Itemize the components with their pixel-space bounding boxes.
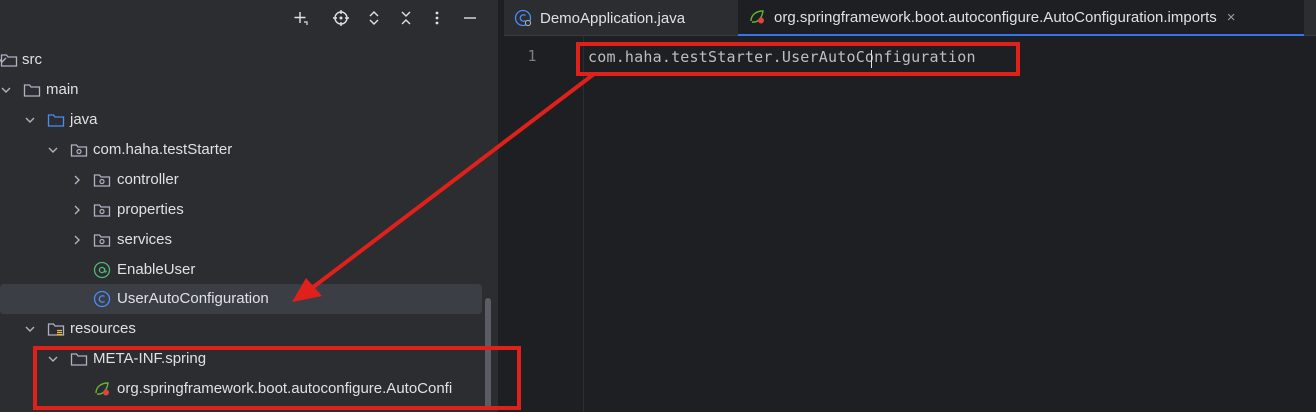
tree-scrollbar[interactable] bbox=[485, 298, 491, 410]
tree-item-properties[interactable]: properties bbox=[0, 195, 498, 225]
java-class-icon bbox=[514, 9, 532, 27]
editor-gutter bbox=[504, 36, 584, 412]
annotation-icon bbox=[93, 261, 111, 279]
chevron-down-icon[interactable] bbox=[24, 323, 36, 335]
tree-item-main[interactable]: main bbox=[0, 75, 498, 105]
spring-file-icon bbox=[93, 380, 111, 398]
code-line[interactable]: com.haha.testStarter.UserAutoConfigurati… bbox=[588, 48, 976, 66]
hide-icon[interactable] bbox=[456, 4, 484, 32]
line-number: 1 bbox=[527, 47, 537, 65]
tree-item-services[interactable]: services bbox=[0, 225, 498, 255]
tree-item-userautoconfiguration[interactable]: UserAutoConfiguration bbox=[0, 284, 482, 314]
editor: DemoApplication.java org.springframework… bbox=[504, 0, 1316, 412]
tree-item-label: java bbox=[70, 111, 98, 128]
class-icon bbox=[93, 290, 111, 308]
tree-item-meta-inf-spring[interactable]: META-INF.spring bbox=[0, 344, 498, 374]
project-panel: src main java com.haha.testStarter contr… bbox=[0, 0, 498, 412]
package-icon bbox=[93, 171, 111, 189]
close-icon[interactable]: × bbox=[1227, 9, 1236, 26]
folder-icon bbox=[0, 51, 18, 69]
tree-item-label: META-INF.spring bbox=[93, 350, 207, 367]
folder-icon bbox=[70, 350, 88, 368]
tree-item-label: com.haha.testStarter bbox=[93, 141, 233, 158]
tab-autoconfiguration-imports[interactable]: org.springframework.boot.autoconfigure.A… bbox=[738, 0, 1304, 36]
package-icon bbox=[93, 231, 111, 249]
tree-item-src[interactable]: src bbox=[0, 45, 498, 75]
tree-item-label: resources bbox=[70, 320, 136, 337]
tree-item-enableuser[interactable]: EnableUser bbox=[0, 255, 498, 285]
chevron-down-icon[interactable] bbox=[0, 84, 12, 96]
tab-label: DemoApplication.java bbox=[540, 9, 686, 27]
package-icon bbox=[70, 141, 88, 159]
tree-item-label: services bbox=[117, 231, 173, 248]
tree-item-package-root[interactable]: com.haha.testStarter bbox=[0, 135, 498, 165]
tab-demoapplication[interactable]: DemoApplication.java bbox=[514, 0, 685, 36]
expand-all-icon[interactable] bbox=[360, 4, 388, 32]
tree-item-label: src bbox=[22, 51, 42, 68]
tree-item-label: properties bbox=[117, 201, 184, 218]
spring-file-icon bbox=[748, 8, 766, 26]
collapse-all-icon[interactable] bbox=[392, 4, 420, 32]
tree-item-label: controller bbox=[117, 171, 179, 188]
tree-item-label: UserAutoConfiguration bbox=[117, 290, 269, 307]
tree-item-imports-file[interactable]: org.springframework.boot.autoconfigure.A… bbox=[0, 374, 498, 404]
editor-tab-bar: DemoApplication.java org.springframework… bbox=[504, 0, 1316, 36]
chevron-right-icon[interactable] bbox=[71, 204, 83, 216]
folder-icon bbox=[23, 81, 41, 99]
more-icon[interactable] bbox=[423, 4, 451, 32]
tab-label: org.springframework.boot.autoconfigure.A… bbox=[774, 8, 1217, 26]
tree-item-label: EnableUser bbox=[117, 261, 196, 278]
resources-folder-icon bbox=[47, 320, 65, 338]
chevron-right-icon[interactable] bbox=[71, 234, 83, 246]
chevron-right-icon[interactable] bbox=[71, 174, 83, 186]
locate-icon[interactable] bbox=[327, 4, 355, 32]
chevron-down-icon[interactable] bbox=[47, 144, 59, 156]
tree-item-resources[interactable]: resources bbox=[0, 314, 498, 344]
project-toolbar bbox=[0, 0, 498, 36]
tree-item-label: org.springframework.boot.autoconfigure.A… bbox=[117, 380, 453, 397]
text-cursor bbox=[871, 50, 872, 68]
tree-item-controller[interactable]: controller bbox=[0, 165, 498, 195]
tree-item-label: main bbox=[46, 81, 79, 98]
source-folder-icon bbox=[47, 111, 65, 129]
add-icon[interactable] bbox=[286, 4, 314, 32]
tree-item-java[interactable]: java bbox=[0, 105, 498, 135]
package-icon bbox=[93, 201, 111, 219]
chevron-down-icon[interactable] bbox=[24, 114, 36, 126]
chevron-down-icon[interactable] bbox=[47, 353, 59, 365]
